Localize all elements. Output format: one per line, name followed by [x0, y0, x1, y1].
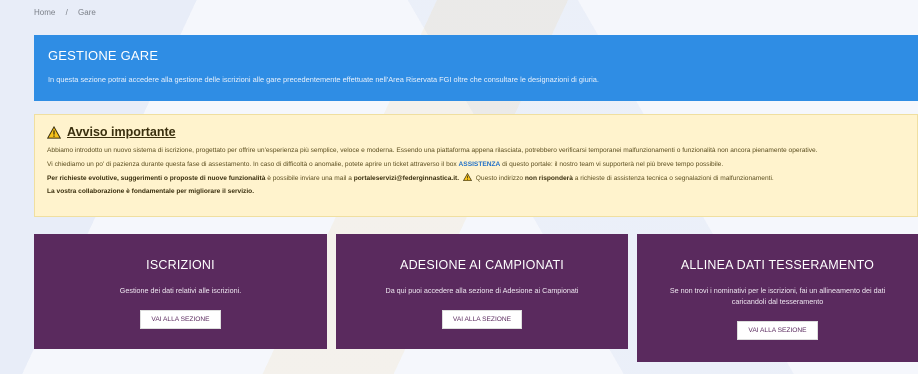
notice-p3-text: è possibile inviare una mail a — [265, 174, 354, 182]
notice-p3-bold: Per richieste evolutive, suggerimenti o … — [47, 174, 266, 182]
assistance-link[interactable]: ASSISTENZA — [459, 161, 501, 168]
card-description: Se non trovi i nominativi per le iscrizi… — [669, 286, 886, 306]
go-to-section-button[interactable]: VAI ALLA SEZIONE — [140, 309, 221, 329]
breadcrumb-separator: / — [65, 8, 68, 17]
page-title: GESTIONE GARE — [48, 48, 159, 63]
card-title: ALLINEA DATI TESSERAMENTO — [680, 258, 875, 272]
breadcrumb-current: Gare — [78, 8, 96, 17]
card-title: ISCRIZIONI — [146, 258, 215, 272]
notice-p3-text-3: a richieste di assistenza tecnica o segn… — [572, 174, 774, 182]
card-iscrizioni: ISCRIZIONI Gestione dei dati relativi al… — [34, 234, 327, 349]
notice-p2-text-end: di questo portale: il nostro team vi sup… — [500, 160, 724, 168]
warning-icon — [462, 172, 472, 181]
card-description: Da qui puoi accedere alla sezione di Ade… — [385, 286, 579, 295]
notice-p3-bold-2: non risponderà — [524, 174, 573, 182]
notice-p2-text: Vi chiediamo un po' di pazienza durante … — [47, 160, 459, 168]
page-description: In questa sezione potrai accedere alla g… — [48, 75, 599, 84]
notice-header: Avviso importante — [47, 123, 905, 142]
support-email[interactable]: portaleservizi@federginnastica.it. — [354, 175, 459, 182]
important-notice: Avviso importante Abbiamo introdotto un … — [34, 114, 918, 217]
card-adesione-campionati: ADESIONE AI CAMPIONATI Da qui puoi acced… — [336, 234, 628, 349]
notice-paragraph-4: La vostra collaborazione è fondamentale … — [47, 187, 905, 197]
breadcrumb-home[interactable]: Home — [34, 8, 55, 17]
page-header: GESTIONE GARE In questa sezione potrai a… — [34, 35, 918, 101]
notice-paragraph-1: Abbiamo introdotto un nuovo sistema di i… — [47, 147, 818, 155]
notice-paragraph-2: Vi chiediamo un po' di pazienza durante … — [47, 160, 905, 170]
go-to-section-button[interactable]: VAI ALLA SEZIONE — [441, 309, 523, 329]
card-description: Gestione dei dati relativi alle iscrizio… — [119, 286, 242, 295]
breadcrumb: Home / Gare — [34, 8, 96, 17]
card-title: ADESIONE AI CAMPIONATI — [400, 258, 564, 272]
notice-p3-text-2: Questo indirizzo — [473, 174, 525, 182]
warning-icon — [47, 126, 61, 139]
card-allinea-dati: ALLINEA DATI TESSERAMENTO Se non trovi i… — [637, 234, 918, 362]
notice-title: Avviso importante — [67, 125, 176, 139]
notice-p4-bold: La vostra collaborazione è fondamentale … — [47, 188, 255, 196]
go-to-section-button[interactable]: VAI ALLA SEZIONE — [737, 320, 818, 340]
notice-paragraph-3: Per richieste evolutive, suggerimenti o … — [47, 172, 905, 184]
